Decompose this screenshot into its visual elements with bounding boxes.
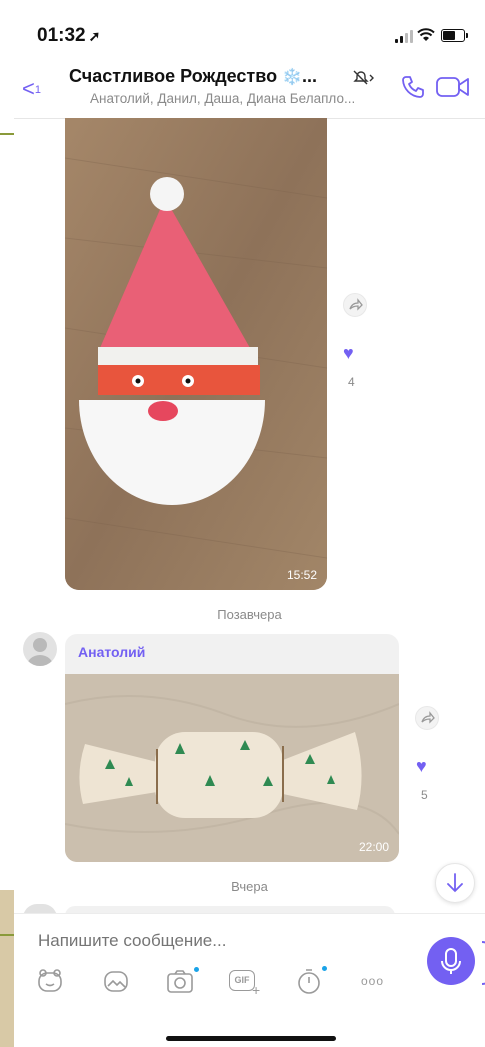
share-arrow-icon (421, 711, 435, 724)
date-separator: Позавчера (217, 607, 282, 622)
gif-icon[interactable]: GIF + (229, 966, 263, 998)
message-image-candy[interactable]: 22:00 (65, 674, 399, 862)
avatar[interactable] (23, 632, 57, 666)
snowflake-icon: ❄️ (282, 69, 303, 86)
sticker-icon[interactable] (35, 966, 65, 996)
santa-craft-photo (65, 118, 327, 590)
message-image-santa[interactable]: 15:52 (65, 118, 327, 590)
title-ellipsis: ... (302, 66, 318, 86)
share-arrow-icon (349, 298, 363, 311)
battery-tip (466, 33, 468, 38)
cellular-signal-icon (395, 29, 415, 43)
background-edge-left (0, 0, 14, 1047)
more-icon[interactable]: ooo (361, 974, 389, 1004)
new-indicator-dot (322, 966, 327, 971)
date-separator: Вчера (231, 879, 268, 894)
heart-icon[interactable]: ♥ (343, 343, 354, 364)
chevron-left-icon: < (22, 76, 35, 101)
heart-icon[interactable]: ♥ (416, 756, 427, 777)
message-bubble[interactable]: Анатолий 22:00 (65, 634, 399, 862)
back-button[interactable]: <1 (22, 76, 41, 102)
share-button[interactable] (343, 293, 367, 317)
chat-title-text: Счастливое Рождество (69, 66, 278, 86)
timer-icon[interactable] (294, 966, 324, 996)
share-button[interactable] (415, 706, 439, 730)
message-time: 15:52 (286, 568, 317, 582)
time-text: 01:32 (37, 25, 86, 46)
like-count: 5 (421, 788, 428, 802)
new-indicator-dot (194, 967, 199, 972)
message-time: 22:00 (358, 840, 389, 854)
candy-craft-photo (65, 674, 399, 862)
like-count: 4 (348, 375, 355, 389)
voice-message-button[interactable] (427, 937, 475, 985)
home-indicator (166, 1036, 336, 1041)
message-input[interactable] (36, 930, 400, 952)
decorative-line (0, 934, 14, 936)
user-avatar-icon (27, 638, 53, 666)
message-composer: GIF + ooo (14, 913, 485, 1047)
scroll-to-bottom-button[interactable] (435, 863, 475, 903)
gallery-icon[interactable] (101, 966, 131, 996)
decorative-line (0, 133, 14, 135)
battery-icon (441, 29, 465, 42)
location-arrow-icon: ➚ (88, 28, 101, 44)
status-time: 01:32 ➚ (37, 25, 100, 47)
chat-participants[interactable]: Анатолий, Данил, Даша, Диана Белапло... (90, 91, 380, 106)
camera-icon[interactable] (165, 966, 195, 996)
arrow-down-icon (447, 873, 463, 893)
plus-icon: + (252, 982, 261, 998)
wifi-icon (417, 28, 435, 41)
video-camera-icon[interactable] (435, 75, 471, 99)
microphone-icon (441, 948, 461, 974)
unread-count: 1 (34, 84, 41, 97)
muted-bell-icon (353, 70, 374, 85)
status-bar: 01:32 ➚ (14, 0, 485, 62)
sender-name[interactable]: Анатолий (78, 644, 145, 660)
chat-title[interactable]: Счастливое Рождество ❄️... (69, 66, 369, 87)
chat-header: <1 Счастливое Рождество ❄️... Анатолий, … (14, 62, 485, 119)
chat-screen: 01:32 ➚ <1 Счастливое Рождество ❄️... Ана… (14, 0, 485, 1047)
phone-icon[interactable] (400, 74, 426, 100)
